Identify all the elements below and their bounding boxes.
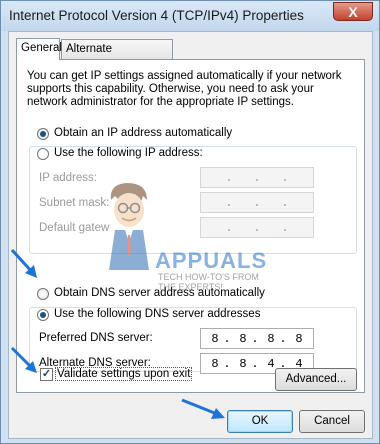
obtain-ip-auto-label: Obtain an IP address automatically — [54, 127, 233, 139]
advanced-button[interactable]: Advanced... — [275, 368, 357, 391]
annotation-arrow-ok — [181, 398, 225, 419]
annotation-arrow-dns — [10, 248, 37, 278]
obtain-dns-auto-radio[interactable] — [37, 288, 49, 300]
close-icon: X — [348, 4, 358, 20]
cancel-button[interactable]: Cancel — [299, 410, 365, 433]
ip-address-input[interactable]: ... — [200, 167, 314, 188]
preferred-dns-label: Preferred DNS server: — [39, 332, 153, 344]
tab-general-label: General — [21, 42, 62, 54]
use-following-dns-radio[interactable] — [37, 309, 49, 321]
default-gateway-label: Default gatew — [39, 222, 110, 234]
tab-alternate-configuration[interactable]: Alternate Configuration — [61, 39, 173, 74]
use-following-ip-label: Use the following IP address: — [54, 147, 205, 159]
properties-dialog: Internet Protocol Version 4 (TCP/IPv4) P… — [0, 0, 380, 444]
tab-general[interactable]: General — [16, 38, 62, 60]
title-bar[interactable]: Internet Protocol Version 4 (TCP/IPv4) P… — [1, 1, 379, 31]
general-panel: You can get IP settings assigned automat… — [16, 59, 365, 393]
obtain-ip-auto-radio[interactable] — [37, 128, 49, 140]
check-mark-icon: ✓ — [41, 368, 52, 380]
watermark-tagline-1: TECH HOW-TO'S FROM — [158, 272, 259, 282]
dialog-client: General Alternate Configuration You can … — [8, 31, 373, 439]
subnet-mask-label: Subnet mask: — [39, 197, 110, 209]
close-button[interactable]: X — [333, 2, 373, 21]
appuals-mascot-logo — [109, 183, 149, 270]
preferred-dns-input[interactable]: 8.8.8.8 — [200, 328, 314, 349]
use-following-ip-radio[interactable] — [37, 148, 49, 160]
cancel-button-label: Cancel — [314, 415, 350, 427]
watermark-brand: APPUALS — [155, 248, 268, 273]
validate-label: Validate settings upon exit — [54, 367, 193, 381]
subnet-mask-input[interactable]: ... — [200, 192, 314, 213]
description-text: You can get IP settings assigned automat… — [27, 70, 342, 108]
obtain-dns-auto-label: Obtain DNS server address automatically — [54, 287, 265, 299]
ip-address-label: IP address: — [39, 172, 97, 184]
default-gateway-input[interactable]: ... — [200, 217, 314, 238]
validate-checkbox[interactable]: ✓ — [40, 368, 53, 381]
annotation-arrow-validate — [10, 346, 37, 373]
ok-button[interactable]: OK — [227, 410, 293, 433]
advanced-button-label: Advanced... — [285, 373, 347, 385]
ok-button-label: OK — [251, 415, 269, 427]
use-following-dns-label: Use the following DNS server addresses — [54, 308, 263, 320]
window-title: Internet Protocol Version 4 (TCP/IPv4) P… — [9, 8, 304, 23]
